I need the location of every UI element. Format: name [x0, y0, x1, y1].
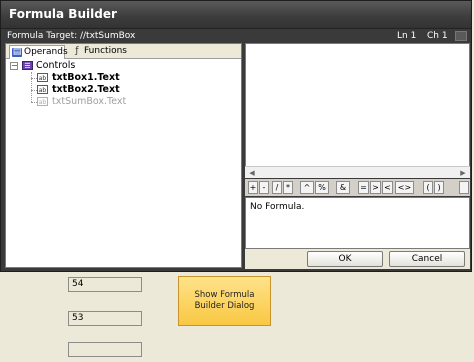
- operator-minus-button[interactable]: -: [259, 181, 269, 194]
- textbox-icon: ab: [37, 73, 48, 82]
- output-text: No Formula.: [250, 202, 305, 212]
- formula-builder-window: Formula Builder Formula Target: //txtSum…: [0, 0, 472, 272]
- operator-modulo-button[interactable]: %: [315, 181, 329, 194]
- show-formula-builder-button[interactable]: Show Formula Builder Dialog: [178, 276, 271, 326]
- textbox-icon: ab: [37, 97, 48, 106]
- formula-editor[interactable]: [245, 43, 470, 178]
- tree-node-label: Controls: [36, 60, 76, 71]
- show-formula-builder-label: Show Formula Builder Dialog: [194, 290, 255, 311]
- resize-corner-icon[interactable]: [455, 31, 467, 41]
- operator-greater-button[interactable]: >: [370, 181, 381, 194]
- tree-node-txtbox2[interactable]: ab txtBox2.Text: [34, 84, 154, 96]
- tab-operands[interactable]: ▤ Operands: [9, 45, 68, 59]
- tab-operands-label: Operands: [24, 47, 68, 57]
- operands-icon: ▤: [12, 47, 22, 57]
- formula-target-bar: Formula Target: //txtSumBox Ln 1 Ch 1: [3, 30, 469, 42]
- tree-node-controls[interactable]: − ☰ Controls: [10, 60, 130, 72]
- tree-node-txtsumbox: ab txtSumBox.Text: [34, 96, 154, 108]
- operator-toolbar: + - / * ^ % & = > < <> ( ): [245, 179, 470, 196]
- controls-icon: ☰: [22, 61, 33, 70]
- operator-concat-button[interactable]: &: [336, 181, 350, 194]
- line-indicator: Ln 1: [397, 31, 417, 41]
- column-indicator: Ch 1: [427, 31, 448, 41]
- operator-less-button[interactable]: <: [382, 181, 393, 194]
- tab-strip: ▤ Operands ƒ Functions: [6, 44, 241, 59]
- tree-guide-line: [31, 72, 32, 102]
- tab-functions[interactable]: ƒ Functions: [70, 45, 130, 59]
- operator-open-paren-button[interactable]: (: [423, 181, 433, 194]
- operator-equals-button[interactable]: =: [358, 181, 369, 194]
- operator-notequal-button[interactable]: <>: [395, 181, 414, 194]
- formula-target-label: Formula Target: //txtSumBox: [7, 31, 136, 41]
- scroll-right-icon[interactable]: ▶: [458, 168, 468, 178]
- ok-button[interactable]: OK: [307, 251, 383, 267]
- cancel-button[interactable]: Cancel: [389, 251, 465, 267]
- textbox-icon: ab: [37, 85, 48, 94]
- dialog-button-bar: OK Cancel: [245, 249, 470, 269]
- operator-plus-button[interactable]: +: [248, 181, 258, 194]
- formula-output: No Formula.: [245, 197, 470, 249]
- tree-node-label: txtBox1.Text: [52, 72, 120, 83]
- functions-icon: ƒ: [75, 46, 79, 56]
- txtbox2-field[interactable]: 53: [68, 311, 142, 326]
- operator-more-button[interactable]: [459, 181, 469, 194]
- operands-panel: ▤ Operands ƒ Functions − ☰ Controls ab t…: [5, 43, 242, 268]
- operator-multiply-button[interactable]: *: [283, 181, 293, 194]
- window-title: Formula Builder: [9, 7, 117, 21]
- collapse-icon[interactable]: −: [10, 62, 18, 70]
- title-bar[interactable]: Formula Builder: [1, 1, 471, 29]
- tree-node-label: txtSumBox.Text: [52, 96, 127, 107]
- tree-node-label: txtBox2.Text: [52, 84, 120, 95]
- operator-power-button[interactable]: ^: [300, 181, 314, 194]
- tree-node-txtbox1[interactable]: ab txtBox1.Text: [34, 72, 154, 84]
- txtsumbox-field[interactable]: [68, 342, 142, 357]
- operator-close-paren-button[interactable]: ): [434, 181, 444, 194]
- operator-divide-button[interactable]: /: [272, 181, 282, 194]
- txtbox1-field[interactable]: 54: [68, 277, 142, 292]
- editor-horizontal-scrollbar[interactable]: ◀ ▶: [245, 166, 470, 178]
- scroll-left-icon[interactable]: ◀: [247, 168, 257, 178]
- tab-functions-label: Functions: [84, 46, 127, 56]
